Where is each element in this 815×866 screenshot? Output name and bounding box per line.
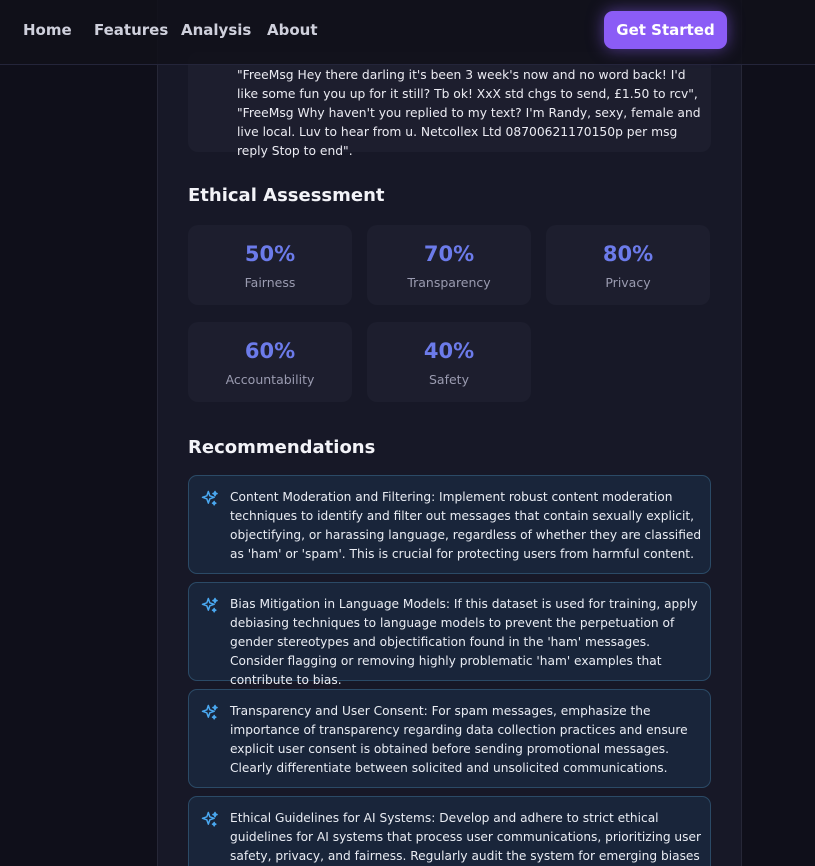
recommendation-text: Transparency and User Consent: For spam … — [230, 704, 688, 775]
recommendation-card: Ethical Guidelines for AI Systems: Devel… — [188, 796, 711, 866]
top-nav: Home Features Analysis About Get Started — [0, 0, 815, 65]
metric-label: Safety — [429, 372, 469, 387]
metric-label: Transparency — [407, 275, 491, 290]
sparkles-icon — [201, 704, 218, 720]
ethical-assessment-title: Ethical Assessment — [188, 185, 385, 206]
metric-label: Fairness — [244, 275, 296, 290]
get-started-button[interactable]: Get Started — [604, 11, 727, 49]
recommendation-card: Transparency and User Consent: For spam … — [188, 689, 711, 788]
recommendation-text: Bias Mitigation in Language Models: If t… — [230, 597, 698, 687]
recommendation-card: Bias Mitigation in Language Models: If t… — [188, 582, 711, 687]
metric-card-accountability: 60% Accountability — [188, 322, 352, 402]
sparkles-icon — [201, 597, 218, 613]
metric-card-privacy: 80% Privacy — [546, 225, 710, 305]
recommendations-title: Recommendations — [188, 437, 376, 458]
recommendation-text: Ethical Guidelines for AI Systems: Devel… — [230, 811, 702, 863]
sparkles-icon — [201, 490, 218, 506]
metric-card-fairness: 50% Fairness — [188, 225, 352, 305]
recommendation-text: Content Moderation and Filtering: Implem… — [230, 490, 702, 561]
nav-home[interactable]: Home — [23, 21, 72, 39]
page: "FreeMsg Hey there darling it's been 3 w… — [0, 0, 815, 866]
recommendation-card: Content Moderation and Filtering: Implem… — [188, 475, 711, 574]
metric-value: 80% — [602, 242, 654, 266]
sparkles-icon — [201, 811, 218, 827]
metric-label: Privacy — [605, 275, 651, 290]
message-text: "FreeMsg Hey there darling it's been 3 w… — [237, 68, 701, 158]
metric-value: 40% — [423, 339, 475, 363]
metric-value: 50% — [244, 242, 296, 266]
nav-analysis[interactable]: Analysis — [181, 21, 251, 39]
metric-value: 60% — [244, 339, 296, 363]
nav-features[interactable]: Features — [94, 21, 168, 39]
metric-value: 70% — [423, 242, 475, 266]
metric-label: Accountability — [225, 372, 315, 387]
metric-card-transparency: 70% Transparency — [367, 225, 531, 305]
nav-about[interactable]: About — [267, 21, 318, 39]
metric-card-safety: 40% Safety — [367, 322, 531, 402]
